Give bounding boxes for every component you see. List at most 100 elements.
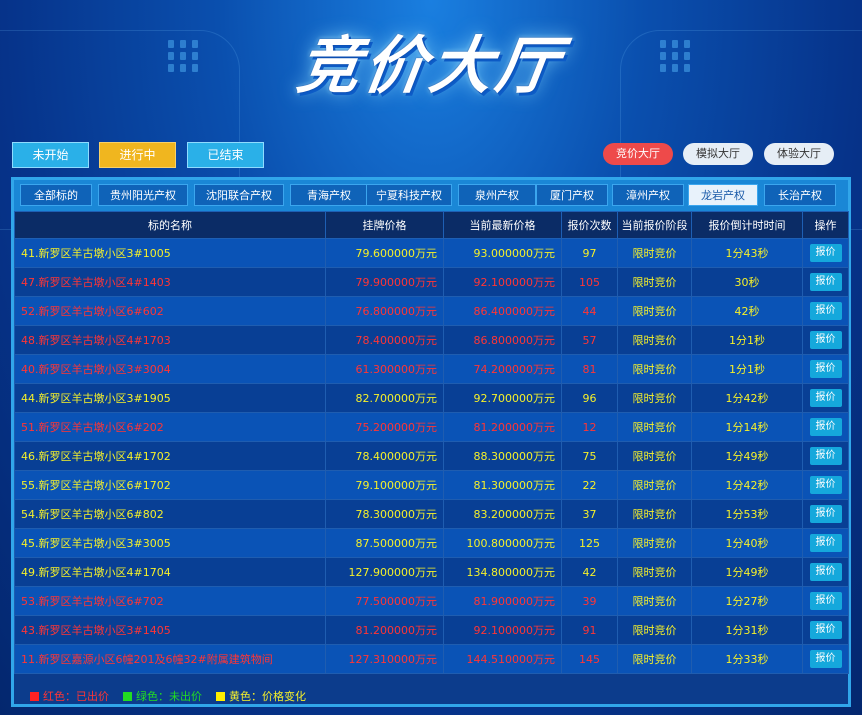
cell-list-price: 127.900000万元 bbox=[325, 557, 444, 587]
legend-label: 红色：已出价 bbox=[43, 690, 109, 703]
table-row: 45.新罗区羊古墩小区3#3005 87.500000万元 100.800000万元… bbox=[14, 528, 849, 558]
legend-label: 绿色：未出价 bbox=[136, 690, 202, 703]
cell-countdown: 1分31秒 bbox=[691, 615, 803, 645]
cell-action: 报价 bbox=[802, 325, 849, 355]
table-row: 51.新罗区羊古墩小区6#202 75.200000万元 81.200000万元 12… bbox=[14, 412, 849, 442]
bid-button[interactable]: 报价 bbox=[809, 592, 842, 610]
table-row: 41.新罗区羊古墩小区3#1005 79.600000万元 93.000000万元 9… bbox=[14, 238, 849, 268]
legend-item-red: 红色：已出价 bbox=[30, 688, 109, 704]
cell-stage: 限时竞价 bbox=[617, 470, 692, 500]
cell-latest-price: 134.800000万元 bbox=[443, 557, 562, 587]
cell-stage: 限时竞价 bbox=[617, 499, 692, 529]
bid-button[interactable]: 报价 bbox=[809, 418, 842, 436]
cell-bid-count: 105 bbox=[561, 267, 618, 297]
tab-changzhi[interactable]: 长治产权 bbox=[764, 184, 836, 206]
tab-longyan[interactable]: 龙岩产权 bbox=[688, 184, 758, 206]
cell-latest-price: 92.700000万元 bbox=[443, 383, 562, 413]
cell-action: 报价 bbox=[802, 644, 849, 674]
cell-name: 54.新罗区羊古墩小区6#802 bbox=[14, 499, 326, 529]
table-row: 40.新罗区羊古墩小区3#3004 61.300000万元 74.200000万元 8… bbox=[14, 354, 849, 384]
legend-swatch-yellow bbox=[216, 691, 225, 701]
banner: 竞价大厅 bbox=[0, 0, 862, 140]
tab-not-started[interactable]: 未开始 bbox=[12, 142, 89, 168]
page-title: 竞价大厅 bbox=[293, 29, 568, 102]
bid-button[interactable]: 报价 bbox=[809, 273, 842, 291]
cell-latest-price: 86.800000万元 bbox=[443, 325, 562, 355]
cell-bid-count: 91 bbox=[561, 615, 618, 645]
cell-action: 报价 bbox=[802, 615, 849, 645]
bid-button[interactable]: 报价 bbox=[809, 447, 842, 465]
cell-action: 报价 bbox=[802, 267, 849, 297]
tab-quanzhou[interactable]: 泉州产权 bbox=[458, 184, 536, 206]
cell-bid-count: 97 bbox=[561, 238, 618, 268]
cell-latest-price: 93.000000万元 bbox=[443, 238, 562, 268]
tab-guizhou[interactable]: 贵州阳光产权 bbox=[98, 184, 188, 206]
header-action: 操作 bbox=[802, 211, 849, 239]
cell-latest-price: 83.200000万元 bbox=[443, 499, 562, 529]
table-row: 44.新罗区羊古墩小区3#1905 82.700000万元 92.700000万元 9… bbox=[14, 383, 849, 413]
header-latest-price: 当前最新价格 bbox=[443, 211, 562, 239]
cell-latest-price: 92.100000万元 bbox=[443, 615, 562, 645]
bidding-hall-button[interactable]: 竞价大厅 bbox=[603, 143, 673, 165]
bid-button[interactable]: 报价 bbox=[809, 331, 842, 349]
legend-item-green: 绿色：未出价 bbox=[123, 688, 202, 704]
cell-stage: 限时竞价 bbox=[617, 528, 692, 558]
simulation-hall-button[interactable]: 模拟大厅 bbox=[683, 143, 753, 165]
cell-list-price: 82.700000万元 bbox=[325, 383, 444, 413]
cell-list-price: 87.500000万元 bbox=[325, 528, 444, 558]
cell-stage: 限时竞价 bbox=[617, 644, 692, 674]
cell-stage: 限时竞价 bbox=[617, 383, 692, 413]
cell-name: 11.新罗区嘉源小区6幢201及6幢32#附属建筑物间 bbox=[14, 644, 326, 674]
cell-name: 44.新罗区羊古墩小区3#1905 bbox=[14, 383, 326, 413]
tab-zhangzhou[interactable]: 漳州产权 bbox=[612, 184, 684, 206]
bid-button[interactable]: 报价 bbox=[809, 621, 842, 639]
table-row: 11.新罗区嘉源小区6幢201及6幢32#附属建筑物间 127.310000万元 1… bbox=[14, 644, 849, 674]
cell-bid-count: 145 bbox=[561, 644, 618, 674]
header-bid-count: 报价次数 bbox=[561, 211, 618, 239]
cell-countdown: 1分40秒 bbox=[691, 528, 803, 558]
cell-bid-count: 125 bbox=[561, 528, 618, 558]
bid-button[interactable]: 报价 bbox=[809, 476, 842, 494]
tab-shenyang[interactable]: 沈阳联合产权 bbox=[194, 184, 284, 206]
tab-xiamen[interactable]: 厦门产权 bbox=[536, 184, 608, 206]
tab-all[interactable]: 全部标的 bbox=[20, 184, 92, 206]
cell-countdown: 1分1秒 bbox=[691, 354, 803, 384]
table-row: 47.新罗区羊古墩小区4#1403 79.900000万元 92.100000万元 1… bbox=[14, 267, 849, 297]
bid-button[interactable]: 报价 bbox=[809, 244, 842, 262]
bid-button[interactable]: 报价 bbox=[809, 563, 842, 581]
cell-countdown: 1分42秒 bbox=[691, 470, 803, 500]
cell-bid-count: 81 bbox=[561, 354, 618, 384]
bid-button[interactable]: 报价 bbox=[809, 302, 842, 320]
cell-action: 报价 bbox=[802, 441, 849, 471]
legend-swatch-green bbox=[123, 691, 132, 701]
bid-button[interactable]: 报价 bbox=[809, 650, 842, 668]
bid-button[interactable]: 报价 bbox=[809, 360, 842, 378]
table-row: 52.新罗区羊古墩小区6#602 76.800000万元 86.400000万元 44… bbox=[14, 296, 849, 326]
cell-name: 52.新罗区羊古墩小区6#602 bbox=[14, 296, 326, 326]
cell-action: 报价 bbox=[802, 499, 849, 529]
tab-qinghai[interactable]: 青海产权 bbox=[290, 184, 368, 206]
cell-list-price: 75.200000万元 bbox=[325, 412, 444, 442]
experience-hall-button[interactable]: 体验大厅 bbox=[764, 143, 834, 165]
cell-stage: 限时竞价 bbox=[617, 296, 692, 326]
bid-button[interactable]: 报价 bbox=[809, 389, 842, 407]
cell-latest-price: 81.200000万元 bbox=[443, 412, 562, 442]
cell-stage: 限时竞价 bbox=[617, 615, 692, 645]
bid-button[interactable]: 报价 bbox=[809, 534, 842, 552]
table-row: 43.新罗区羊古墩小区3#1405 81.200000万元 92.100000万元 9… bbox=[14, 615, 849, 645]
tab-ended[interactable]: 已结束 bbox=[187, 142, 264, 168]
cell-list-price: 79.100000万元 bbox=[325, 470, 444, 500]
legend-swatch-red bbox=[30, 691, 39, 701]
header-stage: 当前报价阶段 bbox=[617, 211, 692, 239]
bid-button[interactable]: 报价 bbox=[809, 505, 842, 523]
cell-bid-count: 44 bbox=[561, 296, 618, 326]
table-row: 49.新罗区羊古墩小区4#1704 127.900000万元 134.800000万… bbox=[14, 557, 849, 587]
tab-in-progress[interactable]: 进行中 bbox=[99, 142, 176, 168]
cell-latest-price: 81.900000万元 bbox=[443, 586, 562, 616]
legend-label: 黄色：价格变化 bbox=[229, 690, 306, 703]
tab-ningxia[interactable]: 宁夏科技产权 bbox=[366, 184, 452, 206]
cell-countdown: 1分49秒 bbox=[691, 557, 803, 587]
table-row: 55.新罗区羊古墩小区6#1702 79.100000万元 81.300000万元 2… bbox=[14, 470, 849, 500]
cell-countdown: 1分53秒 bbox=[691, 499, 803, 529]
cell-stage: 限时竞价 bbox=[617, 354, 692, 384]
